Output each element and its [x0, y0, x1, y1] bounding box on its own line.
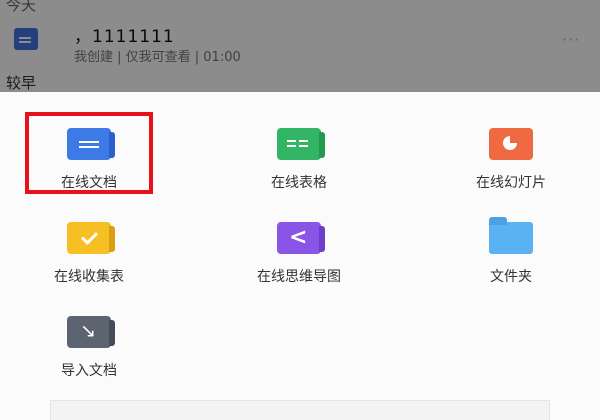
create-folder-button[interactable]: 文件夹: [436, 217, 586, 302]
online-form-icon: [67, 222, 115, 254]
mind-map-icon: [277, 222, 325, 254]
create-mind-map-label: 在线思维导图: [257, 269, 341, 285]
folder-icon: [489, 217, 533, 254]
create-folder-label: 文件夹: [490, 269, 532, 285]
create-mind-map-button[interactable]: 在线思维导图: [224, 222, 374, 302]
create-new-sheet: 在线文档 在线表格 在线幻灯片 在线收集表 在线思维导图 文件夹 导入文档: [0, 92, 600, 420]
online-sheet-icon: [277, 128, 325, 160]
create-online-sheet-button[interactable]: 在线表格: [224, 128, 374, 208]
modal-overlay[interactable]: [0, 0, 600, 100]
create-online-slides-button[interactable]: 在线幻灯片: [436, 128, 586, 208]
create-online-slides-label: 在线幻灯片: [476, 175, 546, 191]
create-online-form-label: 在线收集表: [54, 269, 124, 285]
online-slides-icon: [489, 128, 533, 160]
import-doc-label: 导入文档: [61, 363, 117, 379]
create-online-sheet-label: 在线表格: [271, 175, 327, 191]
bottom-preview-strip: [50, 400, 550, 420]
import-doc-icon: [67, 316, 115, 348]
import-doc-button[interactable]: 导入文档: [14, 316, 164, 396]
highlight-box: [25, 112, 153, 194]
create-online-form-button[interactable]: 在线收集表: [14, 222, 164, 302]
